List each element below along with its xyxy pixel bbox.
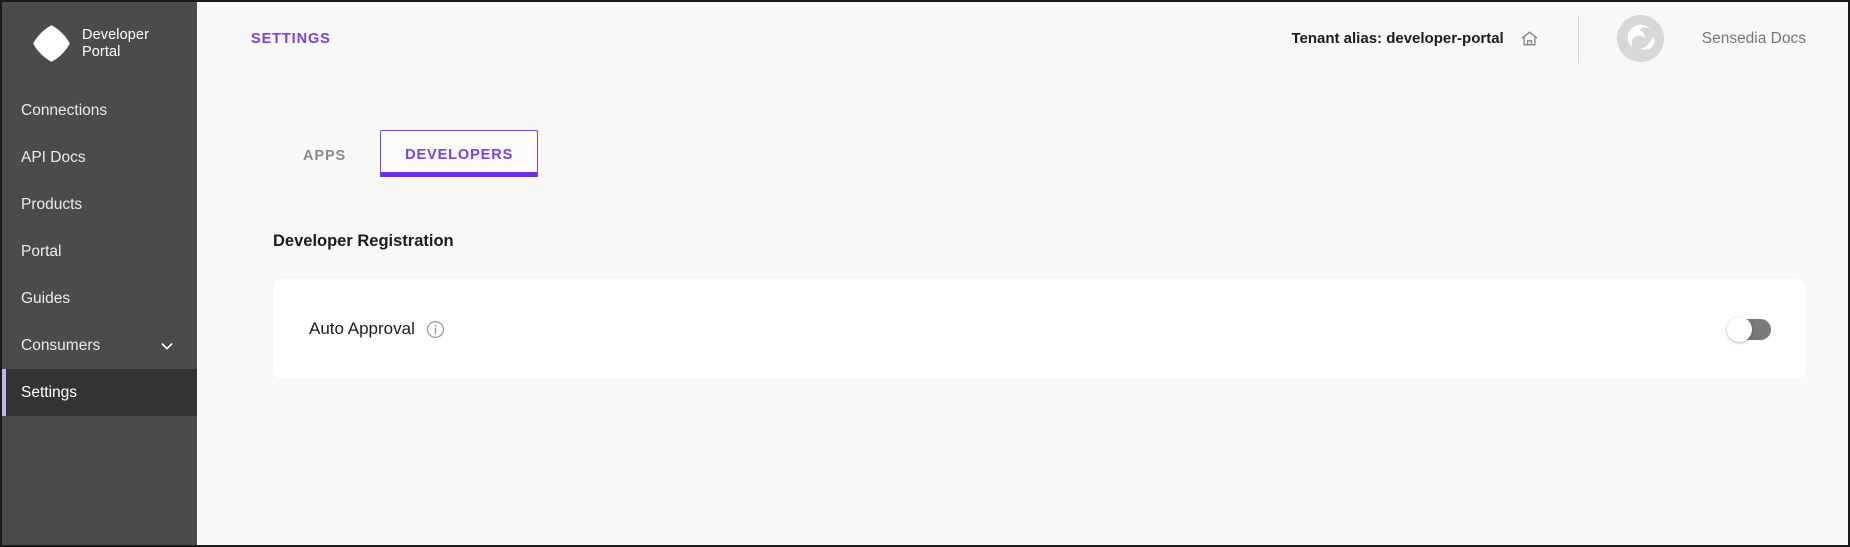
tenant-alias: Tenant alias: developer-portal [1291,29,1538,48]
sidebar: Developer Portal Connections API Docs Pr… [2,2,197,545]
sidebar-item-label: Guides [21,289,71,307]
account-name: Sensedia Docs [1701,29,1806,47]
auto-approval-card: Auto Approval [273,279,1806,379]
sidebar-item-connections[interactable]: Connections [2,87,197,134]
topbar-divider [1577,14,1579,63]
sidebar-item-guides[interactable]: Guides [2,275,197,322]
sidebar-item-label: Consumers [21,336,101,354]
main-area: SETTINGS Tenant alias: developer-portal … [197,2,1848,545]
auto-approval-label: Auto Approval [309,319,415,338]
section-title: Developer Registration [273,232,454,250]
tenant-alias-label: Tenant alias: developer-portal [1291,30,1504,47]
sidebar-item-label: Connections [21,101,108,119]
home-icon[interactable] [1520,29,1539,48]
content-area: APPS DEVELOPERS Developer Registration A… [197,75,1848,545]
sidebar-item-consumers[interactable]: Consumers [2,322,197,369]
tabs: APPS DEVELOPERS [291,130,1806,177]
brand-name: Developer Portal [82,26,149,60]
avatar[interactable] [1616,15,1664,62]
sidebar-item-settings[interactable]: Settings [2,369,197,416]
app-window: Developer Portal Connections API Docs Pr… [0,0,1850,547]
sidebar-item-portal[interactable]: Portal [2,228,197,275]
auto-approval-label-group: Auto Approval [309,319,445,339]
brand[interactable]: Developer Portal [2,2,197,87]
sidebar-item-api-docs[interactable]: API Docs [2,134,197,181]
page-title: SETTINGS [251,30,331,47]
sidebar-item-products[interactable]: Products [2,181,197,228]
auto-approval-toggle[interactable] [1727,316,1771,342]
sidebar-item-label: Settings [21,383,78,401]
sidebar-item-label: Portal [21,242,62,260]
sidebar-item-label: Products [21,195,83,213]
developer-portal-logo-icon [33,25,70,62]
chevron-down-icon [161,342,173,349]
info-icon[interactable] [426,320,445,339]
sidebar-nav: Connections API Docs Products Portal Gui… [2,87,197,416]
tab-apps[interactable]: APPS [303,148,380,177]
sidebar-filler [2,416,197,545]
tab-developers[interactable]: DEVELOPERS [380,130,539,177]
sidebar-item-label: API Docs [21,148,86,166]
toggle-knob [1727,316,1752,342]
account-section[interactable]: Sensedia Docs [1616,15,1806,62]
topbar: SETTINGS Tenant alias: developer-portal … [197,2,1848,75]
